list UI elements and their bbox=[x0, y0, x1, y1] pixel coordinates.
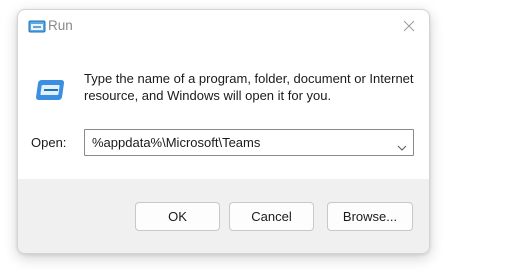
browse-button[interactable]: Browse... bbox=[327, 202, 413, 231]
run-dialog: Run Type the name of a program, folder, … bbox=[17, 9, 430, 254]
instruction-text: Type the name of a program, folder, docu… bbox=[84, 71, 414, 103]
window-title: Run bbox=[48, 18, 73, 33]
close-icon bbox=[403, 20, 415, 32]
run-program-icon bbox=[33, 76, 65, 104]
open-label: Open: bbox=[31, 135, 67, 150]
ok-button[interactable]: OK bbox=[135, 202, 220, 231]
title-bar[interactable]: Run bbox=[18, 10, 429, 42]
open-input-value[interactable]: %appdata%\Microsoft\Teams bbox=[92, 135, 260, 150]
cancel-button[interactable]: Cancel bbox=[229, 202, 314, 231]
close-button[interactable] bbox=[389, 10, 429, 42]
chevron-down-icon[interactable] bbox=[397, 139, 407, 151]
run-icon bbox=[28, 19, 46, 34]
open-combobox[interactable]: %appdata%\Microsoft\Teams bbox=[84, 129, 414, 156]
